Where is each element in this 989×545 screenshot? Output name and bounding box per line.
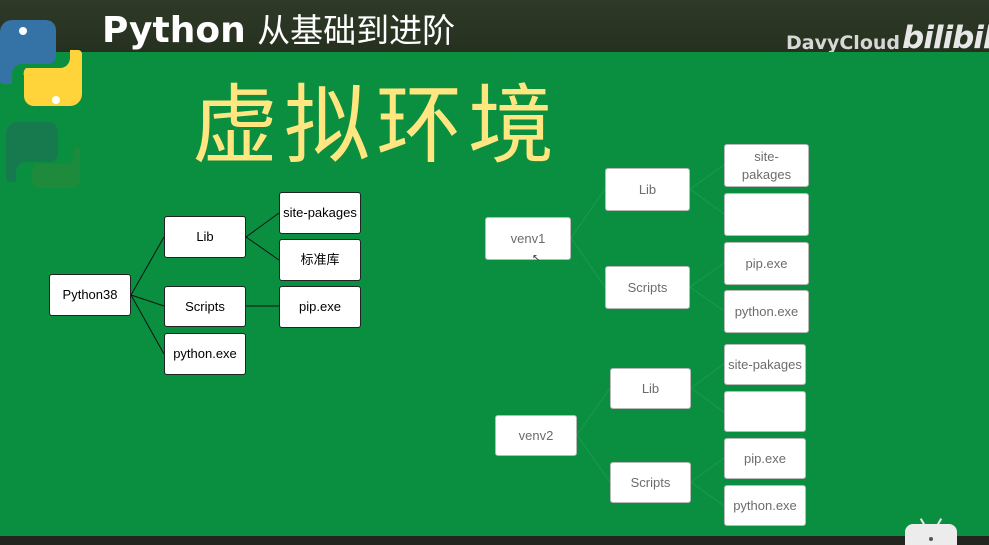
python38-stdlib-node: 标准库	[279, 239, 361, 281]
venv1-node: venv1	[485, 217, 571, 260]
venv2-lib-node: Lib	[610, 368, 691, 409]
mouse-cursor-icon: ↖	[532, 253, 541, 264]
python38-scripts-node: Scripts	[164, 286, 246, 327]
venv1-site-packages-node: site- pakages	[724, 144, 809, 187]
venv1-lib-node: Lib	[605, 168, 690, 211]
venv2-python-exe-node: python.exe	[724, 485, 806, 526]
venv2-scripts-node: Scripts	[610, 462, 691, 503]
venv1-empty-node	[724, 193, 809, 236]
venv2-site-packages-node: site-pakages	[724, 344, 806, 385]
python38-python-exe-node: python.exe	[164, 333, 246, 375]
venv1-scripts-node: Scripts	[605, 266, 690, 309]
python38-site-packages-node: site-pakages	[279, 192, 361, 234]
bottom-bar	[0, 536, 989, 545]
python38-lib-node: Lib	[164, 216, 246, 258]
venv2-pip-exe-node: pip.exe	[724, 438, 806, 479]
python38-node: Python38	[49, 274, 131, 316]
tree-connectors	[130, 164, 725, 507]
venv2-empty-node	[724, 391, 806, 432]
python38-pip-exe-node: pip.exe	[279, 286, 361, 328]
venv1-python-exe-node: python.exe	[724, 290, 809, 333]
venv1-pip-exe-node: pip.exe	[724, 242, 809, 285]
venv2-node: venv2	[495, 415, 577, 456]
bilibili-tv-icon[interactable]	[905, 524, 957, 545]
